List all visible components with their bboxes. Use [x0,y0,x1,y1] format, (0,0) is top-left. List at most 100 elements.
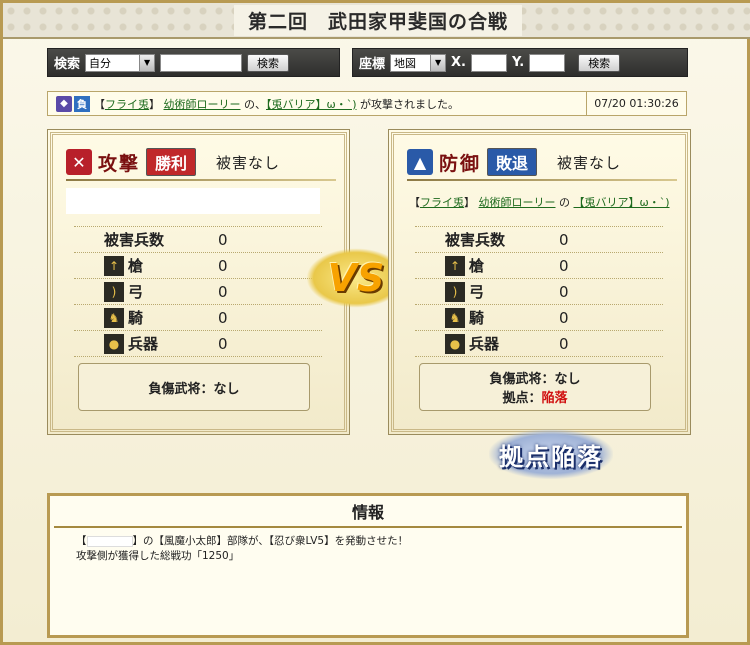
attacker-link[interactable]: フライ兎 [105,98,149,111]
search-bar: 検索 自分 ▼ 検索 [47,48,340,77]
chevron-down-icon: ▼ [139,54,155,71]
defense-base-label: 拠点： [502,391,542,406]
stat-row-weapon: ● 兵器 0 [74,331,322,357]
stat-spear-value: 0 [559,256,569,275]
defense-panel: ▲ 防御 敗退 被害なし 【フライ兎】 幼術師ローリー の 【兎バリア】ω・`)… [388,129,691,435]
map-select[interactable]: 地図 ▼ [390,53,447,72]
search-label: 検索 [54,57,81,72]
defender-player-link[interactable]: フライ兎 [420,196,464,209]
attack-role-label: 攻撃 [98,152,141,175]
divider [66,179,336,181]
bracket: 】 [149,97,160,111]
attack-stats: 被害兵数 0 ↑ 槍 0 ) 弓 0 ♞ 騎 0 ● 兵器 0 [74,226,322,357]
defense-base-value: 陥落 [541,391,568,406]
search-button[interactable]: 検索 [247,53,290,72]
info-line-1: 【 】の【風魔小太郎】部隊が、【忍び衆LV5】を発動させた！ [76,534,660,549]
info-title: 情報 [54,496,682,528]
defender-general-link[interactable]: 幼術師ローリー [479,196,556,209]
stat-row-spear: ↑ 槍 0 [74,253,322,279]
y-label: Y. [511,55,525,70]
defense-base-line: 拠点：陥落 [502,387,567,406]
stat-spear-value: 0 [218,256,228,275]
base-fallen-stamp: 拠点陥落 [489,429,613,479]
stat-bow-label: 弓 [469,283,485,301]
stat-weapon-label: 兵器 [128,335,159,353]
stat-bow-value: 0 [218,282,228,301]
siege-weapon-icon: ● [104,333,124,354]
bracket: 】 [464,196,475,209]
stat-cavalry-value: 0 [559,308,569,327]
info-lines: 【 】の【風魔小太郎】部隊が、【忍び衆LV5】を発動させた！ 攻撃側が獲得した総戦… [50,528,686,570]
coords-bar: 座標 地図 ▼ X. Y. 検索 [352,48,688,77]
info-panel: 情報 【 】の【風魔小太郎】部隊が、【忍び衆LV5】を発動させた！ 攻撃側が獲得し… [47,493,689,638]
search-scope-select[interactable]: 自分 ▼ [85,53,156,72]
defender-names: 【フライ兎】 幼術師ローリー の 【兎バリア】ω・`) [409,194,670,210]
notice-message: 【フライ兎】 幼術師ローリー の、【兎バリア】ω・`) が攻撃されました。 [94,96,586,112]
info-line-2: 攻撃側が獲得した総戦功「1250」 [76,550,240,562]
defender-ally-link[interactable]: 【兎バリア】ω・`) [574,196,670,209]
search-input[interactable] [160,53,243,72]
defense-damage-label: 被害なし [557,153,622,172]
battle-notice: ◆ 負 【フライ兎】 幼術師ローリー の、【兎バリア】ω・`) が攻撃されました… [47,91,687,116]
attack-head: ✕ 攻撃 勝利 被害なし [66,146,336,178]
attack-damage-label: 被害なし [216,153,281,172]
siege-weapon-icon: ● [445,333,465,354]
defeat-badge: 負 [74,95,90,112]
title-bar: 第二回 武田家甲斐国の合戦 [3,3,750,39]
stat-row-bow: ) 弓 0 [74,279,322,305]
stat-row-spear: ↑ 槍 0 [415,253,663,279]
stat-bow-label: 弓 [128,283,144,301]
defense-result-badge: 敗退 [487,148,538,176]
bow-icon: ) [104,281,124,302]
attacker-name-box [66,188,320,214]
stat-total-value: 0 [559,230,569,249]
stat-total-value: 0 [218,230,228,249]
stat-row-total: 被害兵数 0 [415,227,663,253]
coords-search-button[interactable]: 検索 [578,53,621,72]
helmet-icon: ▲ [407,149,433,175]
horse-icon: ♞ [445,307,465,328]
stat-bow-value: 0 [559,282,569,301]
spear-icon: ↑ [445,255,465,276]
bracket: 【 [94,97,105,111]
stat-cavalry-label: 騎 [469,309,485,327]
attack-wounded-text: 負傷武将：なし [148,381,240,397]
stat-spear-label: 槍 [469,257,485,275]
blank-name [86,535,133,547]
x-input[interactable] [470,53,507,72]
divider [407,179,677,181]
bracket: 【 [409,196,420,209]
stat-cavalry-label: 騎 [128,309,144,327]
spear-icon: ↑ [104,255,124,276]
stamp-label: 拠点陥落 [499,441,603,471]
stat-row-cavalry: ♞ 騎 0 [74,305,322,331]
general-link[interactable]: 幼術師ローリー [164,98,241,111]
chevron-down-icon: ▼ [430,54,446,71]
y-input[interactable] [529,53,566,72]
info-line-1-text: 】の【風魔小太郎】部隊が、【忍び衆LV5】を発動させた！ [132,535,409,547]
search-scope-value: 自分 [89,56,112,70]
defender-link[interactable]: 【兎バリア】ω・`) [266,98,357,111]
stat-weapon-value: 0 [559,334,569,353]
horse-icon: ♞ [104,307,124,328]
bow-icon: ) [445,281,465,302]
stat-total-label: 被害兵数 [104,231,165,249]
stat-cavalry-value: 0 [218,308,228,327]
notice-mid: の、 [244,97,266,111]
attack-wounded-box: 負傷武将：なし [78,363,310,411]
defense-stats: 被害兵数 0 ↑ 槍 0 ) 弓 0 ♞ 騎 0 ● 兵器 0 [415,226,663,357]
map-select-value: 地図 [394,56,417,70]
bracket: 【 [76,535,87,547]
page-title: 第二回 武田家甲斐国の合戦 [233,4,522,36]
stat-weapon-label: 兵器 [469,335,500,353]
stat-row-bow: ) 弓 0 [415,279,663,305]
defense-wounded-box: 負傷武将：なし 拠点：陥落 [419,363,651,411]
flag-icon: ◆ [56,95,72,112]
crossed-swords-icon: ✕ [66,149,92,175]
defense-wounded-text: 負傷武将：なし [489,372,581,387]
stat-spear-label: 槍 [128,257,144,275]
defense-role-label: 防御 [439,152,482,175]
x-label: X. [451,55,466,70]
defender-mid: の [559,196,570,209]
stat-row-total: 被害兵数 0 [74,227,322,253]
